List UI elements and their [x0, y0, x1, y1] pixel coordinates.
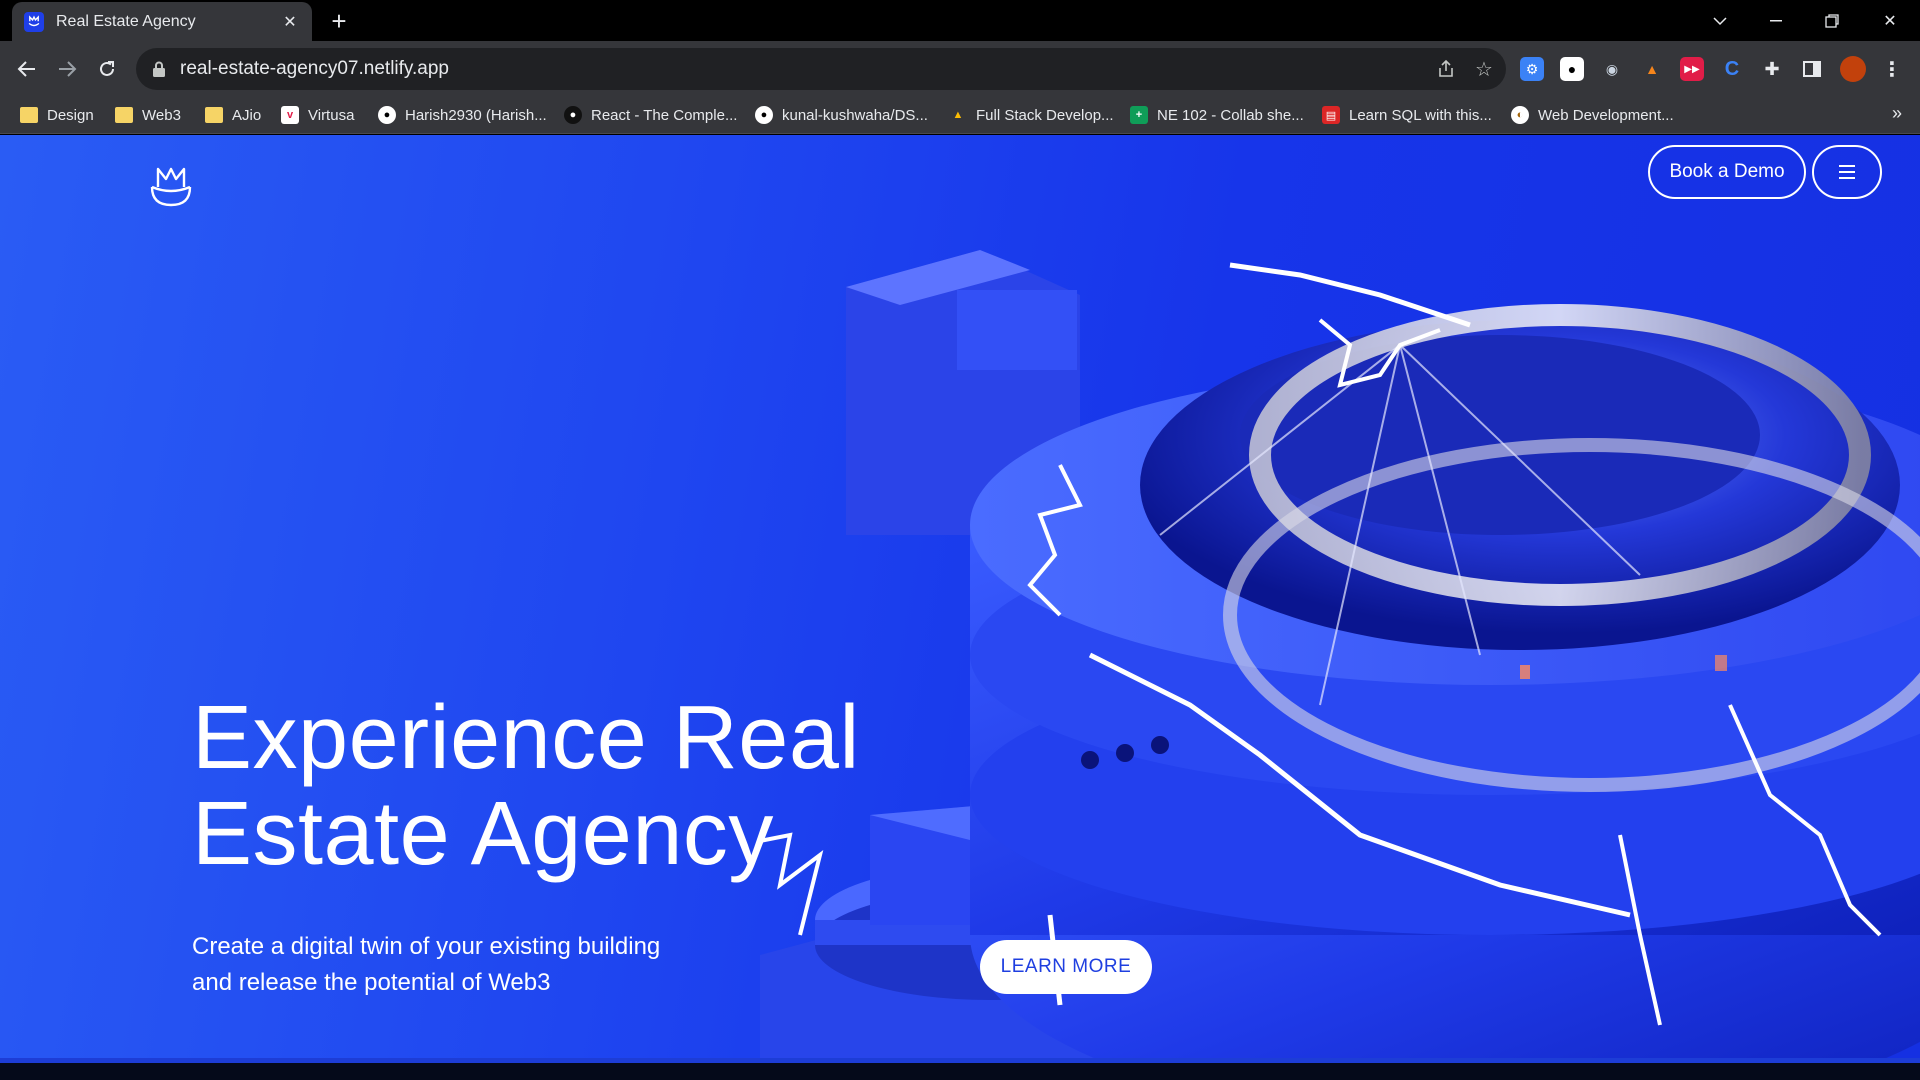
address-bar[interactable]: real-estate-agency07.netlify.app ☆	[136, 48, 1506, 90]
bookmark-label: Web3	[142, 106, 181, 124]
bookmark-item[interactable]: ◐ Web Development...	[1511, 104, 1674, 126]
bookmark-label: AJio	[232, 106, 262, 124]
profile-avatar[interactable]	[1840, 56, 1866, 82]
hero-section: Book a Demo Experience Real Estate Agenc…	[0, 135, 1920, 1058]
folder-icon	[20, 107, 38, 123]
bookmark-star-icon[interactable]: ☆	[1472, 57, 1496, 81]
extension-translate-icon[interactable]: ⚙	[1520, 57, 1544, 81]
browser-menu-icon[interactable]: ⋮	[1880, 57, 1904, 81]
building-illustration	[760, 250, 1920, 1058]
hamburger-icon	[1839, 165, 1855, 179]
bookmark-label: NE 102 - Collab she...	[1157, 106, 1304, 124]
extension-video-icon[interactable]: ▶▶	[1680, 57, 1704, 81]
hamburger-menu-button[interactable]	[1812, 145, 1882, 199]
drive-icon: ▲	[952, 109, 964, 121]
bookmark-label: Learn SQL with this...	[1349, 106, 1492, 124]
tab-close-icon[interactable]: ✕	[280, 12, 300, 32]
bookmark-label: Virtusa	[308, 106, 355, 124]
side-panel-icon[interactable]	[1800, 57, 1824, 81]
restore-icon[interactable]	[1804, 0, 1860, 41]
sheets-icon: +	[1130, 106, 1148, 124]
hero-subtitle-line-1: Create a digital twin of your existing b…	[192, 933, 661, 960]
lock-icon	[153, 61, 165, 77]
github-icon: ●	[755, 106, 773, 124]
bookmark-label: Full Stack Develop...	[976, 106, 1114, 124]
bookmark-item[interactable]: ● Harish2930 (Harish...	[378, 104, 547, 126]
bookmark-label: kunal-kushwaha/DS...	[782, 106, 928, 124]
browser-toolbar: real-estate-agency07.netlify.app ☆ ⚙ ● ◉…	[0, 41, 1920, 97]
bookmark-item[interactable]: Design	[20, 104, 94, 126]
url-text: real-estate-agency07.netlify.app	[180, 58, 449, 79]
hero-title-line-1: Experience Real	[192, 688, 860, 788]
back-icon[interactable]	[9, 51, 45, 87]
bookmark-item[interactable]: ▲ Full Stack Develop...	[949, 104, 1114, 126]
folder-icon	[205, 107, 223, 123]
folder-icon	[115, 107, 133, 123]
bookmark-item[interactable]: AJio	[205, 104, 261, 126]
more-bookmarks-icon[interactable]: »	[1892, 103, 1902, 124]
extensions-puzzle-icon[interactable]: ✚	[1760, 57, 1784, 81]
minimize-icon[interactable]	[1748, 0, 1804, 41]
bookmark-item[interactable]: v Virtusa	[281, 104, 354, 126]
extension-record-icon[interactable]: ●	[1560, 57, 1584, 81]
brand-logo-icon[interactable]	[146, 163, 196, 209]
site-favicon-icon	[24, 11, 44, 32]
tab-title: Real Estate Agency	[56, 12, 196, 30]
web-dev-icon: ◐	[1511, 106, 1529, 124]
bookmarks-bar: Design Web3 AJio v Virtusa ● Harish2930 (H…	[0, 97, 1920, 134]
bookmark-label: Web Development...	[1538, 106, 1674, 124]
virtusa-icon: v	[281, 106, 299, 124]
tab-strip: Real Estate Agency ✕ + ✕	[0, 0, 1920, 41]
tab-search-icon[interactable]	[1692, 0, 1748, 41]
github-icon: ●	[378, 106, 396, 124]
bookmark-label: Harish2930 (Harish...	[405, 106, 547, 124]
hero-subtitle: Create a digital twin of your existing b…	[192, 929, 752, 1001]
bookmark-item[interactable]: ● kunal-kushwaha/DS...	[755, 104, 928, 126]
metamask-icon[interactable]: ▲	[1640, 57, 1664, 81]
hero-subtitle-line-2: and release the potential of Web3	[192, 969, 551, 996]
browser-tab[interactable]: Real Estate Agency ✕	[12, 2, 312, 41]
reload-icon[interactable]	[89, 51, 125, 87]
react-icon: ●	[564, 106, 582, 124]
bookmark-label: React - The Comple...	[591, 106, 738, 124]
bookmark-item[interactable]: + NE 102 - Collab she...	[1130, 104, 1304, 126]
close-window-icon[interactable]: ✕	[1862, 0, 1918, 41]
bookmark-item[interactable]: ● React - The Comple...	[564, 104, 737, 126]
extension-c-icon[interactable]: C	[1720, 57, 1744, 81]
sql-icon: ▤	[1322, 106, 1340, 124]
taskbar-strip	[0, 1058, 1920, 1080]
hero-title-line-2: Estate Agency	[192, 784, 774, 884]
learn-more-button[interactable]: LEARN MORE	[980, 940, 1152, 994]
extension-cookie-icon[interactable]: ◉	[1600, 57, 1624, 81]
forward-icon[interactable]	[49, 51, 85, 87]
new-tab-icon[interactable]: +	[326, 8, 352, 34]
bookmark-label: Design	[47, 106, 94, 124]
bookmark-item[interactable]: Web3	[115, 104, 181, 126]
bookmark-item[interactable]: ▤ Learn SQL with this...	[1322, 104, 1492, 126]
book-demo-button[interactable]: Book a Demo	[1648, 145, 1806, 199]
share-icon[interactable]	[1434, 57, 1458, 81]
hero-title: Experience Real Estate Agency	[192, 690, 912, 882]
